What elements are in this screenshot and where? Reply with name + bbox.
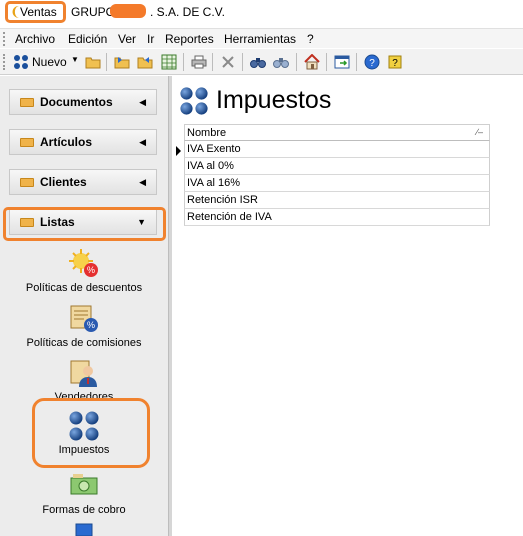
help-icon[interactable]: ? [363, 53, 381, 71]
redaction-mark [110, 4, 146, 18]
menu-edicion[interactable]: Edición [68, 32, 107, 46]
payment-methods-icon [68, 470, 100, 502]
menu-herramientas[interactable]: Herramientas [224, 32, 296, 46]
taxes-grid: Nombre ∕‒ IVA Exento IVA al 0% IVA al 16… [184, 124, 490, 226]
export-icon[interactable] [136, 53, 154, 71]
menu-bar: Archivo Edición Ver Ir Reportes Herramie… [0, 28, 523, 48]
delete-icon[interactable] [219, 53, 237, 71]
sidebar-section-documentos[interactable]: Documentos ◀ [9, 89, 157, 115]
svg-text:%: % [87, 320, 95, 330]
sidebar-section-label: Clientes [40, 175, 87, 189]
grid-row[interactable]: Retención de IVA [184, 209, 490, 226]
salesperson-icon [68, 357, 100, 389]
sidebar-section-listas[interactable]: Listas ▼ [9, 209, 157, 235]
new-icon[interactable] [12, 53, 30, 71]
discount-policy-icon: % [68, 248, 100, 280]
svg-text:%: % [87, 265, 95, 275]
next-item-icon [68, 522, 100, 536]
folder-icon [20, 217, 34, 227]
toolbar-separator [183, 53, 184, 71]
folder-icon [20, 97, 34, 107]
list-item-label: Impuestos [58, 444, 110, 456]
list-item-formas-cobro[interactable]: Formas de cobro [0, 470, 168, 516]
menu-help[interactable]: ? [307, 32, 314, 46]
open-folder-icon[interactable] [84, 53, 102, 71]
menu-reportes[interactable]: Reportes [165, 32, 214, 46]
menu-archivo[interactable]: Archivo [15, 32, 55, 46]
menu-ir[interactable]: Ir [147, 32, 154, 46]
title-bar: ❨ Ventas GRUPO . S.A. DE C.V. [0, 0, 523, 26]
list-item-impuestos[interactable]: Impuestos [0, 410, 168, 456]
list-item-politicas-descuentos[interactable]: % Políticas de descuentos [0, 248, 168, 294]
grid-row[interactable]: IVA al 16% [184, 175, 490, 192]
toolbar-grip[interactable] [3, 54, 7, 70]
new-dropdown-icon[interactable]: ▼ [71, 55, 79, 64]
list-item-label: Formas de cobro [42, 504, 126, 516]
toolbar-separator [242, 53, 243, 71]
svg-text:?: ? [392, 58, 398, 69]
page-title: Impuestos [216, 86, 332, 114]
home-icon[interactable] [303, 53, 321, 71]
current-row-indicator-icon [176, 146, 181, 156]
import-icon[interactable] [113, 53, 131, 71]
list-item-label: Políticas de descuentos [25, 282, 143, 294]
menu-grip[interactable] [3, 32, 7, 46]
grid-row[interactable]: Retención ISR [184, 192, 490, 209]
sidebar-section-label: Listas [40, 215, 75, 229]
list-item-politicas-comisiones[interactable]: % Políticas de comisiones [0, 303, 168, 349]
chevron-left-icon[interactable]: ◀ [139, 137, 146, 148]
chevron-left-icon[interactable]: ◀ [139, 177, 146, 188]
new-button-label[interactable]: Nuevo [32, 55, 67, 69]
sidebar-section-label: Artículos [40, 135, 93, 149]
toolbar-separator [356, 53, 357, 71]
sidebar-section-articulos[interactable]: Artículos ◀ [9, 129, 157, 155]
grid-row[interactable]: IVA al 0% [184, 158, 490, 175]
taxes-icon [179, 86, 209, 116]
toolbar-separator [212, 53, 213, 71]
chevron-left-icon[interactable]: ◀ [139, 97, 146, 108]
sidebar-section-label: Documentos [40, 95, 113, 109]
company-name: GRUPO [71, 5, 116, 19]
list-item-next[interactable] [0, 522, 168, 536]
spreadsheet-icon[interactable] [160, 53, 178, 71]
folder-icon [20, 137, 34, 147]
app-name: Ventas [20, 5, 57, 19]
window-icon[interactable] [333, 53, 351, 71]
grid-row[interactable]: IVA Exento [184, 141, 490, 158]
find-icon[interactable] [249, 53, 267, 71]
taxes-icon [68, 410, 100, 442]
list-item-label: Vendedores [54, 391, 114, 403]
toolbar-separator [326, 53, 327, 71]
folder-icon [20, 177, 34, 187]
toolbar-separator [106, 53, 107, 71]
find-next-icon[interactable] [272, 53, 290, 71]
company-suffix: . S.A. DE C.V. [150, 5, 225, 19]
whats-this-icon[interactable]: ? [386, 53, 404, 71]
toolbar-separator [296, 53, 297, 71]
list-item-label: Políticas de comisiones [26, 337, 142, 349]
sidebar-section-clientes[interactable]: Clientes ◀ [9, 169, 157, 195]
toolbar: Nuevo ▼ ? ? [0, 49, 523, 75]
list-item-vendedores[interactable]: Vendedores [0, 357, 168, 403]
grid-column-header[interactable]: Nombre ∕‒ [184, 124, 490, 141]
commission-policy-icon: % [68, 303, 100, 335]
sort-icon: ∕‒ [476, 127, 483, 137]
chevron-down-icon[interactable]: ▼ [137, 217, 146, 227]
print-icon[interactable] [190, 53, 208, 71]
menu-ver[interactable]: Ver [118, 32, 136, 46]
svg-text:?: ? [369, 58, 375, 69]
column-header-label: Nombre [187, 127, 227, 139]
